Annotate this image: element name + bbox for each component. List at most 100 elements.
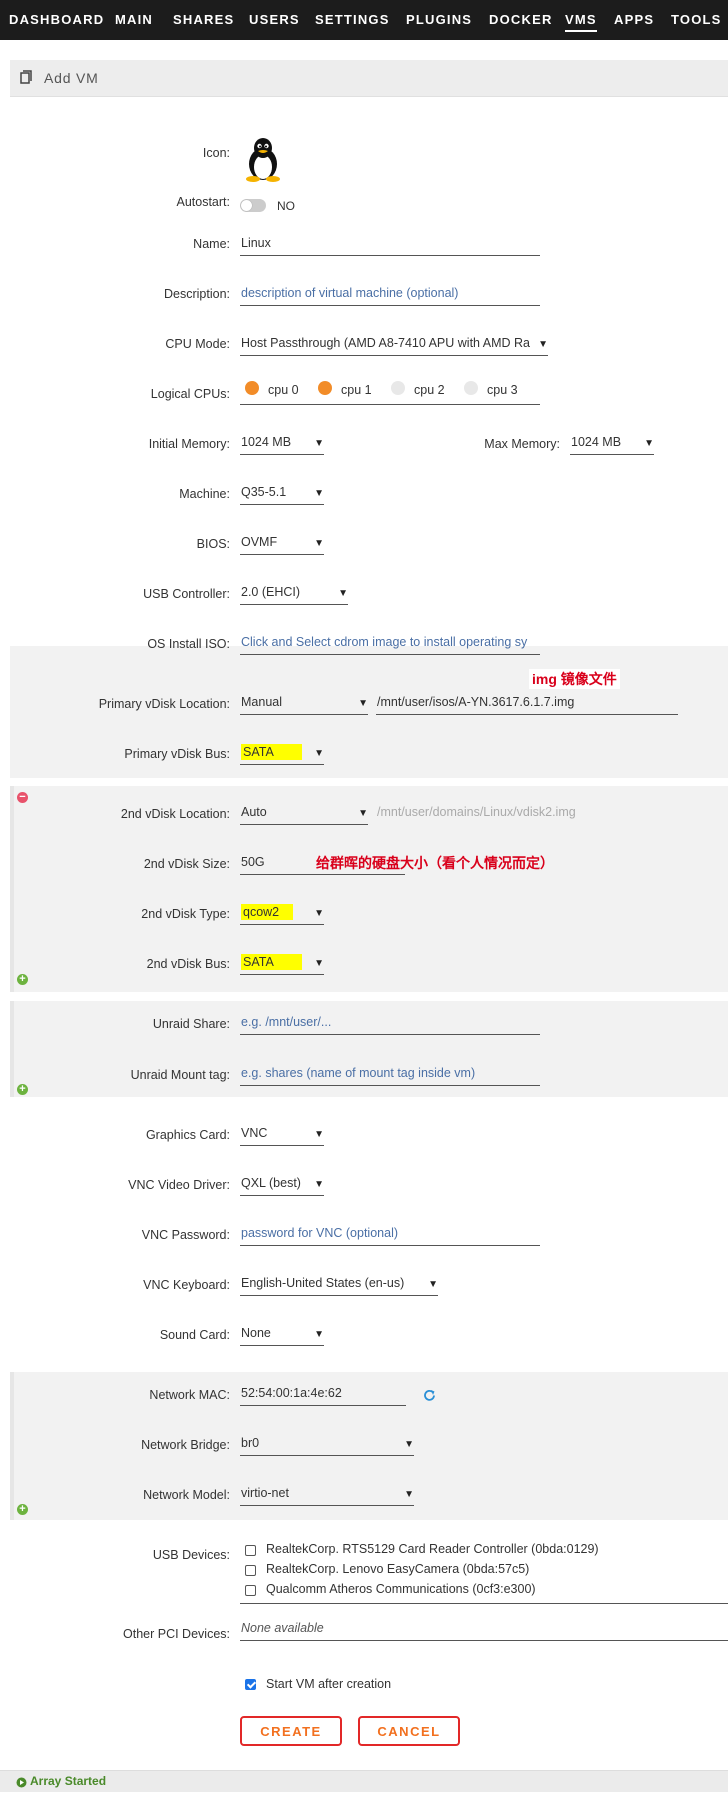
vdisk2-type-label: 2nd vDisk Type: xyxy=(141,907,230,921)
add-disk-icon[interactable]: + xyxy=(17,974,28,985)
machine-select[interactable]: Q35-5.1 ▼ xyxy=(240,484,324,505)
machine-value: Q35-5.1 xyxy=(241,485,287,499)
nav-shares[interactable]: SHARES xyxy=(173,12,234,27)
chevron-down-icon: ▼ xyxy=(404,1439,414,1450)
cpu1-label: cpu 1 xyxy=(341,383,372,397)
cpu3-radio[interactable] xyxy=(464,381,478,395)
nav-users[interactable]: USERS xyxy=(249,12,300,27)
chevron-down-icon: ▼ xyxy=(338,588,348,599)
network-model-select[interactable]: virtio-net ▼ xyxy=(240,1485,414,1506)
bios-select[interactable]: OVMF ▼ xyxy=(240,534,324,555)
create-button[interactable]: CREATE xyxy=(240,1716,342,1746)
vdisk2-type-select[interactable]: qcow2 ▼ xyxy=(240,904,324,925)
graphics-card-label: Graphics Card: xyxy=(145,1128,230,1142)
network-bridge-select[interactable]: br0 ▼ xyxy=(240,1435,414,1456)
nav-vms[interactable]: VMS xyxy=(565,12,597,32)
unraid-mount-tag-input[interactable]: e.g. shares (name of mount tag inside vm… xyxy=(240,1065,540,1086)
vdisk2-bus-select[interactable]: SATA ▼ xyxy=(240,954,324,975)
nav-apps[interactable]: APPS xyxy=(614,12,654,27)
network-mac-label: Network MAC: xyxy=(149,1388,230,1402)
nav-docker[interactable]: DOCKER xyxy=(489,12,553,27)
bios-value: OVMF xyxy=(241,535,278,549)
description-label: Description: xyxy=(164,287,230,301)
vnc-keyboard-select[interactable]: English-United States (en-us) ▼ xyxy=(240,1275,438,1296)
primary-vdisk-path-input[interactable]: /mnt/user/isos/A-YN.3617.6.1.7.img xyxy=(376,694,678,715)
vdisk2-location-value: Auto xyxy=(241,805,267,819)
vnc-password-label: VNC Password: xyxy=(141,1228,230,1242)
unraid-share-input[interactable]: e.g. /mnt/user/... xyxy=(240,1014,540,1035)
os-iso-label: OS Install ISO: xyxy=(147,637,230,651)
max-memory-label: Max Memory: xyxy=(484,437,560,451)
vdisk2-location-select[interactable]: Auto ▼ xyxy=(240,804,368,825)
graphics-card-value: VNC xyxy=(241,1126,268,1140)
vnc-keyboard-value: English-United States (en-us) xyxy=(241,1276,405,1290)
nav-main[interactable]: MAIN xyxy=(115,12,153,27)
cpu2-radio[interactable] xyxy=(391,381,405,395)
network-bridge-label: Network Bridge: xyxy=(141,1438,230,1452)
primary-vdisk-location-select[interactable]: Manual ▼ xyxy=(240,694,368,715)
chevron-down-icon: ▼ xyxy=(644,438,654,449)
max-memory-select[interactable]: 1024 MB ▼ xyxy=(570,434,654,455)
chevron-down-icon: ▼ xyxy=(314,958,324,969)
status-bar: Array Started xyxy=(0,1770,728,1792)
sound-card-select[interactable]: None ▼ xyxy=(240,1325,324,1346)
cpu1-radio[interactable] xyxy=(318,381,332,395)
os-iso-input[interactable]: Click and Select cdrom image to install … xyxy=(240,634,540,655)
chevron-down-icon: ▼ xyxy=(314,1329,324,1340)
vnc-password-input[interactable]: password for VNC (optional) xyxy=(240,1225,540,1246)
page-title: Add VM xyxy=(44,70,99,86)
add-network-icon[interactable]: + xyxy=(17,1504,28,1515)
vnc-video-driver-label: VNC Video Driver: xyxy=(128,1178,230,1192)
cpu0-radio[interactable] xyxy=(245,381,259,395)
network-mac-input[interactable]: 52:54:00:1a:4e:62 xyxy=(240,1385,406,1406)
usb-device-checkbox[interactable] xyxy=(245,1565,256,1576)
usb-device-checkbox[interactable] xyxy=(245,1545,256,1556)
vdisk2-path-text: /mnt/user/domains/Linux/vdisk2.img xyxy=(377,805,576,819)
nav-dashboard[interactable]: DASHBOARD xyxy=(9,12,104,27)
initial-memory-value: 1024 MB xyxy=(241,435,292,449)
unraid-mount-tag-label: Unraid Mount tag: xyxy=(130,1068,230,1082)
section-divider xyxy=(10,1372,14,1520)
usb-controller-value: 2.0 (EHCI) xyxy=(241,585,301,599)
network-bridge-value: br0 xyxy=(241,1436,260,1450)
bios-label: BIOS: xyxy=(196,537,230,551)
initial-memory-select[interactable]: 1024 MB ▼ xyxy=(240,434,324,455)
graphics-card-select[interactable]: VNC ▼ xyxy=(240,1125,324,1146)
vdisk2-bus-label: 2nd vDisk Bus: xyxy=(146,957,230,971)
nav-tools[interactable]: TOOLS xyxy=(671,12,722,27)
add-share-icon[interactable]: + xyxy=(17,1084,28,1095)
cpu-mode-select[interactable]: Host Passthrough (AMD A8-7410 APU with A… xyxy=(240,335,548,356)
autostart-label: Autostart: xyxy=(176,195,231,209)
usb-controller-select[interactable]: 2.0 (EHCI) ▼ xyxy=(240,584,348,605)
description-input[interactable]: description of virtual machine (optional… xyxy=(240,285,540,306)
top-nav: DASHBOARD MAIN SHARES USERS SETTINGS PLU… xyxy=(0,0,728,40)
network-model-value: virtio-net xyxy=(241,1486,289,1500)
page-header: Add VM xyxy=(10,60,728,97)
vnc-keyboard-label: VNC Keyboard: xyxy=(143,1278,230,1292)
usb-device-label: Qualcomm Atheros Communications (0cf3:e3… xyxy=(266,1582,536,1596)
remove-disk-icon[interactable]: − xyxy=(17,792,28,803)
vdisk2-type-value: qcow2 xyxy=(241,904,294,920)
primary-vdisk-bus-select[interactable]: SATA ▼ xyxy=(240,744,324,765)
chevron-down-icon: ▼ xyxy=(314,1179,324,1190)
refresh-icon[interactable] xyxy=(423,1389,436,1407)
primary-vdisk-bus-value: SATA xyxy=(241,744,302,760)
cpu-mode-label: CPU Mode: xyxy=(165,337,230,351)
cpu2-label: cpu 2 xyxy=(414,383,445,397)
initial-memory-label: Initial Memory: xyxy=(148,437,230,451)
nav-plugins[interactable]: PLUGINS xyxy=(406,12,472,27)
start-after-creation-checkbox[interactable] xyxy=(245,1679,256,1690)
usb-device-checkbox[interactable] xyxy=(245,1585,256,1596)
tux-icon[interactable] xyxy=(243,136,283,187)
vnc-video-driver-select[interactable]: QXL (best) ▼ xyxy=(240,1175,324,1196)
chevron-down-icon: ▼ xyxy=(314,438,324,449)
vnc-video-driver-value: QXL (best) xyxy=(241,1176,301,1190)
logical-cpus-label: Logical CPUs: xyxy=(150,387,230,401)
name-input[interactable]: Linux xyxy=(240,235,540,256)
cancel-button[interactable]: CANCEL xyxy=(358,1716,460,1746)
usb-device-label: RealtekCorp. Lenovo EasyCamera (0bda:57c… xyxy=(266,1562,530,1576)
nav-settings[interactable]: SETTINGS xyxy=(315,12,390,27)
autostart-toggle[interactable] xyxy=(240,199,266,212)
img-annotation-prefix: img xyxy=(532,671,557,687)
usb-device-label: RealtekCorp. RTS5129 Card Reader Control… xyxy=(266,1542,599,1556)
